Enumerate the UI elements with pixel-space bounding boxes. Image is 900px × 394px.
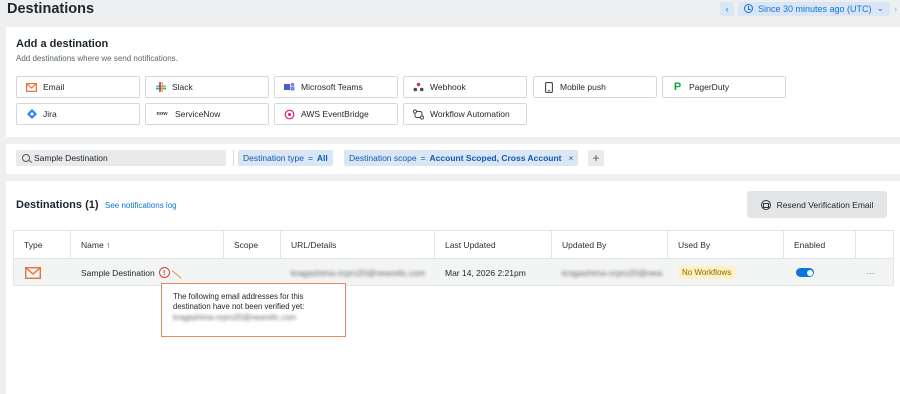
column-header-url[interactable]: URL/Details: [281, 231, 435, 258]
row-actions-menu[interactable]: ···: [866, 259, 875, 286]
mobile-icon: [543, 81, 554, 93]
search-value: Sample Destination: [34, 153, 108, 163]
time-picker[interactable]: ‹ Since 30 minutes ago (UTC) ⌄ ›: [720, 1, 897, 16]
url-details-cell: kragashima-nrpro20@newrelic.com: [291, 267, 426, 278]
chevron-left-icon: ‹: [725, 3, 729, 14]
jira-icon: [26, 109, 37, 120]
scope-chip-operator: =: [420, 153, 426, 163]
destination-type-filter-chip[interactable]: Destination type = All: [238, 150, 333, 166]
destination-name: Sample Destination: [81, 267, 155, 278]
time-range-selector[interactable]: Since 30 minutes ago (UTC) ⌄: [738, 1, 891, 16]
unverified-email-tooltip: The following email addresses for this d…: [161, 283, 346, 337]
used-by-badge: No Workflows: [678, 266, 736, 279]
column-header-name[interactable]: Name ↑: [71, 231, 224, 258]
add-pagerduty-button[interactable]: P PagerDuty: [662, 76, 786, 98]
resend-label: Resend Verification Email: [776, 199, 874, 210]
destinations-table: Type Name ↑ Scope URL/Details Last Updat…: [13, 230, 894, 286]
type-chip-key: Destination type: [243, 153, 304, 163]
add-destination-subtitle: Add destinations where we send notificat…: [16, 54, 178, 63]
email-icon: [26, 82, 37, 93]
enabled-toggle[interactable]: [796, 268, 814, 277]
webhook-icon: [413, 82, 424, 93]
add-email-label: Email: [43, 82, 65, 92]
add-servicenow-label: ServiceNow: [175, 109, 221, 119]
clock-icon: [744, 4, 753, 13]
add-jira-button[interactable]: Jira: [16, 103, 140, 125]
add-workflow-automation-label: Workflow Automation: [430, 109, 510, 119]
chevron-down-icon: ⌄: [876, 3, 885, 13]
table-row[interactable]: Sample Destination ! kragashima-nrpro20@…: [14, 258, 893, 285]
filter-bar: Sample Destination Destination type = Al…: [6, 144, 900, 174]
filter-divider: [233, 150, 234, 166]
type-chip-value: All: [316, 153, 328, 163]
slack-icon: [155, 82, 166, 93]
time-next-button[interactable]: ›: [894, 4, 897, 14]
search-input[interactable]: Sample Destination: [16, 150, 226, 166]
enabled-toggle-cell[interactable]: [796, 259, 814, 286]
notifications-log-link[interactable]: See notifications log: [105, 201, 177, 210]
destination-name-cell[interactable]: Sample Destination !: [81, 259, 170, 286]
add-email-button[interactable]: Email: [16, 76, 140, 98]
add-destination-panel: Add a destination Add destinations where…: [6, 27, 900, 137]
time-prev-button[interactable]: ‹: [720, 1, 734, 16]
add-workflow-automation-button[interactable]: Workflow Automation: [403, 103, 527, 125]
email-icon: [25, 259, 41, 286]
add-pagerduty-label: PagerDuty: [689, 82, 730, 92]
resend-verification-email-button[interactable]: Resend Verification Email: [747, 191, 887, 218]
remove-filter-icon[interactable]: ×: [568, 153, 573, 163]
eventbridge-icon: [284, 109, 295, 120]
add-mobile-push-label: Mobile push: [560, 82, 606, 92]
add-servicenow-button[interactable]: now ServiceNow: [145, 103, 269, 125]
servicenow-icon: now: [156, 111, 168, 117]
add-slack-button[interactable]: Slack: [145, 76, 269, 98]
add-mobile-push-button[interactable]: Mobile push: [533, 76, 657, 98]
last-updated-cell: Mar 14, 2026 2:21pm: [445, 267, 526, 278]
email-verify-icon: [760, 199, 771, 210]
workflow-icon: [413, 108, 424, 120]
add-jira-label: Jira: [43, 109, 57, 119]
search-icon: [22, 154, 30, 162]
column-header-updated-by[interactable]: Updated By: [552, 231, 668, 258]
page-header: Destinations ‹ Since 30 minutes ago (UTC…: [0, 0, 900, 22]
teams-icon: [284, 82, 295, 93]
destinations-count-title: Destinations (1): [16, 199, 99, 211]
column-header-scope[interactable]: Scope: [224, 231, 281, 258]
add-webhook-label: Webhook: [430, 82, 466, 92]
column-header-type[interactable]: Type: [14, 231, 71, 258]
column-header-used-by[interactable]: Used By: [668, 231, 784, 258]
destination-scope-filter-chip[interactable]: Destination scope = Account Scoped, Cros…: [344, 150, 579, 166]
add-slack-label: Slack: [172, 82, 193, 92]
add-eventbridge-button[interactable]: AWS EventBridge: [274, 103, 398, 125]
add-teams-label: Microsoft Teams: [301, 82, 363, 92]
updated-by-cell: kragashima-nrpro20@newrelic.com: [562, 267, 662, 278]
column-header-enabled[interactable]: Enabled: [784, 231, 856, 258]
add-eventbridge-label: AWS EventBridge: [301, 109, 369, 119]
add-destination-title: Add a destination: [16, 38, 109, 50]
used-by-cell: No Workflows: [678, 259, 736, 286]
add-filter-button[interactable]: +: [588, 150, 604, 166]
page-title: Destinations: [7, 1, 95, 17]
scope-chip-key: Destination scope: [349, 153, 417, 163]
add-teams-button[interactable]: Microsoft Teams: [274, 76, 398, 98]
column-header-last-updated[interactable]: Last Updated: [435, 231, 552, 258]
destinations-list-panel: Destinations (1) See notifications log R…: [6, 181, 900, 394]
add-webhook-button[interactable]: Webhook: [403, 76, 527, 98]
type-chip-operator: =: [307, 153, 313, 163]
tooltip-text: The following email addresses for this d…: [173, 292, 305, 312]
time-range-label: Since 30 minutes ago (UTC): [758, 3, 872, 14]
pagerduty-icon: P: [673, 81, 682, 93]
tooltip-email: kragashima-nrpro20@newrelic.com: [173, 312, 297, 322]
warning-icon[interactable]: !: [158, 267, 170, 278]
scope-chip-value: Account Scoped, Cross Account: [429, 153, 562, 163]
